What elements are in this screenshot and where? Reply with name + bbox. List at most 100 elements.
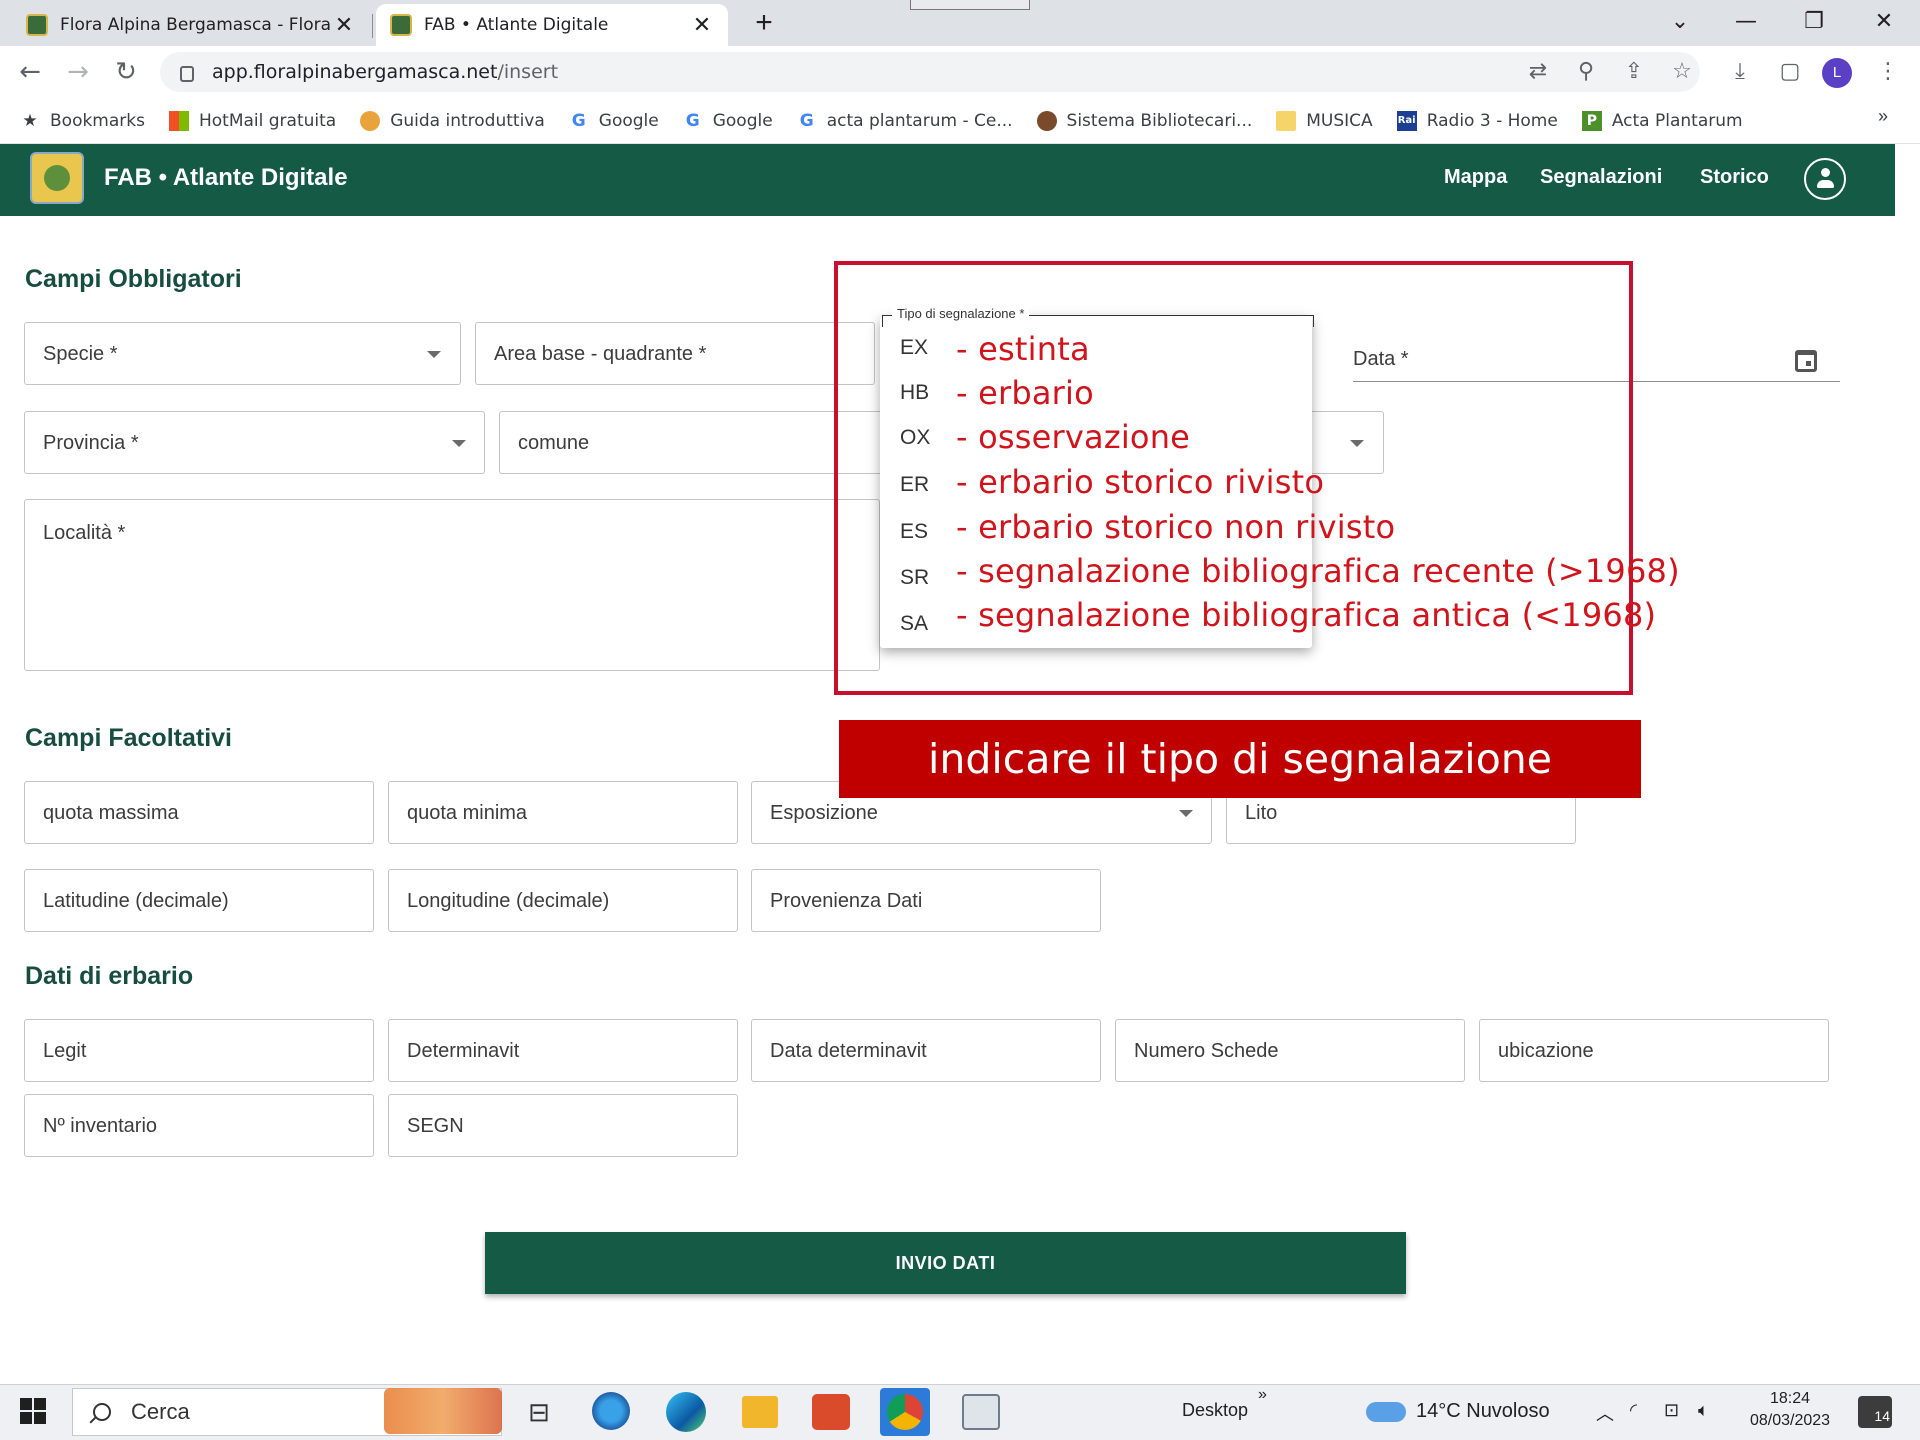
tray-chevron-up-icon[interactable]: ︿ (1596, 1400, 1614, 1426)
search-highlight-people-icon (384, 1388, 502, 1434)
bookmark-item[interactable]: Guida introduttiva (360, 110, 545, 131)
download-icon[interactable]: ⤓ (1724, 56, 1756, 88)
weather-widget[interactable]: 14°C Nuvoloso (1416, 1400, 1550, 1423)
bookmark-item[interactable]: Sistema Bibliotecari... (1036, 110, 1252, 131)
bookmark-item[interactable]: P Acta Plantarum (1581, 110, 1743, 131)
bookmark-item[interactable]: G Google (683, 111, 773, 131)
search-icon (93, 1403, 111, 1421)
url-host: app.floralpinabergamasca.net (212, 61, 498, 83)
rai-icon: Rai (1396, 110, 1417, 131)
quota-minima-input[interactable]: quota minima (388, 781, 738, 844)
bookmark-item[interactable]: Rai Radio 3 - Home (1396, 110, 1558, 131)
folder-icon (1276, 110, 1297, 131)
determinavit-input[interactable]: Determinavit (388, 1019, 738, 1082)
address-bar[interactable]: app.floralpinabergamasca.net/insert (160, 52, 1700, 92)
cortana-icon[interactable] (592, 1392, 630, 1430)
profile-avatar[interactable]: L (1822, 58, 1852, 88)
edge-icon[interactable] (666, 1392, 706, 1432)
nav-segnalazioni[interactable]: Segnalazioni (1540, 166, 1662, 189)
chrome-icon (360, 110, 381, 131)
notification-count: 14 (1874, 1408, 1890, 1424)
field-label: Lito (1245, 802, 1278, 824)
nav-mappa[interactable]: Mappa (1444, 166, 1507, 189)
option-code: EX (900, 336, 929, 359)
minimize-icon[interactable]: — (1718, 2, 1774, 42)
close-tab-icon[interactable]: ✕ (332, 13, 356, 38)
bookmarks-bar: ★ Bookmarks HotMail gratuita Guida introd… (0, 98, 1920, 144)
app-title[interactable]: FAB • Atlante Digitale (104, 164, 348, 192)
numero-schede-input[interactable]: Numero Schede (1115, 1019, 1465, 1082)
ubicazione-input[interactable]: ubicazione (1479, 1019, 1829, 1082)
close-window-icon[interactable]: ✕ (1856, 2, 1912, 42)
data-determinavit-input[interactable]: Data determinavit (751, 1019, 1101, 1082)
area-base-select[interactable]: Area base - quadrante * (475, 322, 875, 385)
quota-massima-input[interactable]: quota massima (24, 781, 374, 844)
field-label: Longitudine (decimale) (407, 890, 610, 912)
field-label: Nº inventario (43, 1115, 158, 1137)
wifi-icon[interactable]: ◜ (1630, 1400, 1637, 1421)
bookmark-star-icon[interactable]: ☆ (1666, 56, 1698, 88)
side-panel-icon[interactable]: ▢ (1774, 56, 1806, 88)
forward-arrow-icon[interactable]: → (60, 54, 96, 90)
section-title-required: Campi Obbligatori (25, 265, 242, 293)
share-icon[interactable]: ⇪ (1618, 56, 1650, 88)
chevron-down-icon (452, 440, 466, 447)
taskbar-clock[interactable]: 18:24 08/03/2023 (1740, 1388, 1840, 1432)
tipo-segnalazione-label: Tipo di segnalazione * (892, 306, 1030, 321)
desktop-toolbar[interactable]: Desktop (1182, 1400, 1248, 1421)
latitudine-input[interactable]: Latitudine (decimale) (24, 869, 374, 932)
zoom-icon[interactable]: ⚲ (1570, 56, 1602, 88)
segn-input[interactable]: SEGN (388, 1094, 738, 1157)
annotation-banner: indicare il tipo di segnalazione (839, 720, 1641, 798)
bookmark-item[interactable]: MUSICA (1276, 110, 1373, 131)
provenienza-dati-input[interactable]: Provenienza Dati (751, 869, 1101, 932)
volume-icon[interactable]: 🔈︎ (1698, 1400, 1709, 1421)
fab-favicon-icon (390, 14, 412, 36)
powerpoint-icon[interactable] (812, 1394, 850, 1430)
field-label: SEGN (407, 1115, 464, 1137)
reload-icon[interactable]: ↻ (108, 54, 144, 90)
section-title-erbario: Dati di erbario (25, 962, 194, 990)
calendar-icon[interactable] (1795, 350, 1817, 372)
nav-storico[interactable]: Storico (1700, 166, 1769, 189)
option-desc: - segnalazione bibliografica antica (<19… (956, 596, 1657, 634)
new-tab-button[interactable]: + (746, 6, 782, 42)
translate-icon[interactable]: ⇄ (1522, 56, 1554, 88)
restore-icon[interactable]: ❐ (1786, 2, 1842, 42)
chrome-taskbar-button[interactable] (880, 1388, 930, 1436)
field-label: ubicazione (1498, 1040, 1594, 1062)
field-label: comune (518, 432, 590, 454)
provincia-select[interactable]: Provincia * (24, 411, 485, 474)
fab-logo-icon[interactable] (30, 152, 84, 204)
inventario-input[interactable]: Nº inventario (24, 1094, 374, 1157)
app-window-icon[interactable] (962, 1394, 1000, 1430)
legit-input[interactable]: Legit (24, 1019, 374, 1082)
bookmark-item[interactable]: HotMail gratuita (168, 110, 336, 131)
google-icon: G (799, 110, 814, 131)
localita-textarea[interactable]: Località * (24, 499, 880, 671)
desktop-toolbar-more[interactable]: » (1258, 1386, 1267, 1404)
google-icon: G (571, 110, 586, 131)
section-title-optional: Campi Facoltativi (25, 724, 232, 752)
specie-select[interactable]: Specie * (24, 322, 461, 385)
longitudine-input[interactable]: Longitudine (decimale) (388, 869, 738, 932)
file-explorer-icon[interactable] (742, 1396, 778, 1428)
bookmark-label: Bookmarks (50, 110, 145, 131)
tab-search-chevron-icon[interactable]: ⌄ (1652, 2, 1708, 42)
browser-tab-flora[interactable]: Flora Alpina Bergamasca - Flora A ✕ (12, 4, 370, 46)
windows-start-icon[interactable] (20, 1398, 46, 1424)
invio-dati-button[interactable]: INVIO DATI (485, 1232, 1406, 1294)
close-tab-icon[interactable]: ✕ (690, 13, 714, 38)
network-icon[interactable]: ⊡ (1664, 1400, 1679, 1421)
field-label: Legit (43, 1040, 87, 1062)
bookmark-item[interactable]: G Google (569, 111, 659, 131)
browser-menu-icon[interactable]: ⋮ (1872, 56, 1904, 88)
bookmark-item[interactable]: Gacta plantarum - Ce... (797, 111, 1013, 131)
browser-tab-atlante[interactable]: FAB • Atlante Digitale ✕ (376, 4, 728, 46)
back-arrow-icon[interactable]: ← (12, 54, 48, 90)
notification-center-icon[interactable]: 14 (1858, 1396, 1892, 1428)
task-view-icon[interactable]: ⊟ (518, 1392, 560, 1432)
bookmarks-overflow-button[interactable]: » (1878, 106, 1888, 127)
bookmark-item[interactable]: ★ Bookmarks (20, 111, 145, 131)
account-icon[interactable] (1804, 158, 1846, 200)
